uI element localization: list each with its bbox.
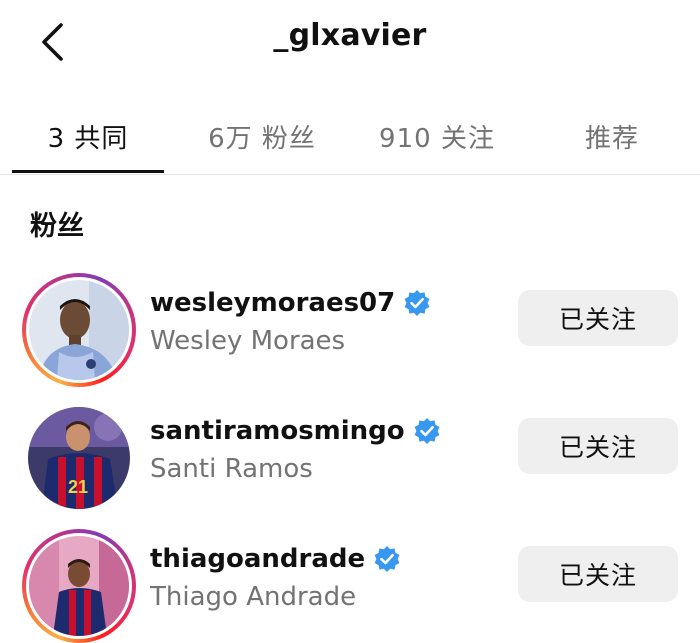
list-item[interactable]: wesleymoraes07 Wesley Moraes 已关注 (0, 260, 700, 387)
list-item[interactable]: thiagoandrade Thiago Andrade 已关注 (0, 516, 700, 643)
avatar (29, 280, 129, 380)
full-name: Thiago Andrade (150, 582, 357, 612)
full-name: Santi Ramos (150, 454, 313, 484)
verified-badge-icon (403, 289, 431, 317)
username[interactable]: santiramosmingo (150, 416, 405, 446)
tab-followers[interactable]: 6万 粉丝 (188, 100, 336, 172)
active-tab-indicator (12, 170, 164, 173)
avatar[interactable]: 21 (28, 407, 130, 509)
section-title: 粉丝 (30, 211, 84, 242)
verified-badge-icon (413, 417, 441, 445)
following-button[interactable]: 已关注 (518, 290, 678, 346)
tab-suggested[interactable]: 推荐 (540, 100, 684, 172)
tab-mutual[interactable]: 3 共同 (12, 100, 164, 172)
story-ring[interactable] (22, 273, 136, 387)
verified-badge-icon (373, 545, 401, 573)
list-item[interactable]: 21 santiramosmingo Santi Ramos 已关注 (0, 388, 700, 512)
tab-following[interactable]: 910 关注 (362, 100, 512, 172)
story-ring[interactable] (22, 529, 136, 643)
username[interactable]: wesleymoraes07 (150, 288, 395, 318)
avatar (29, 536, 129, 636)
page-title: _glxavier (273, 18, 427, 53)
svg-text:21: 21 (68, 477, 88, 497)
top-bar: _glxavier (0, 0, 700, 80)
full-name: Wesley Moraes (150, 326, 346, 356)
following-button[interactable]: 已关注 (518, 418, 678, 474)
following-button[interactable]: 已关注 (518, 546, 678, 602)
username[interactable]: thiagoandrade (150, 544, 365, 574)
tab-bar: 3 共同 6万 粉丝 910 关注 推荐 (0, 100, 700, 175)
